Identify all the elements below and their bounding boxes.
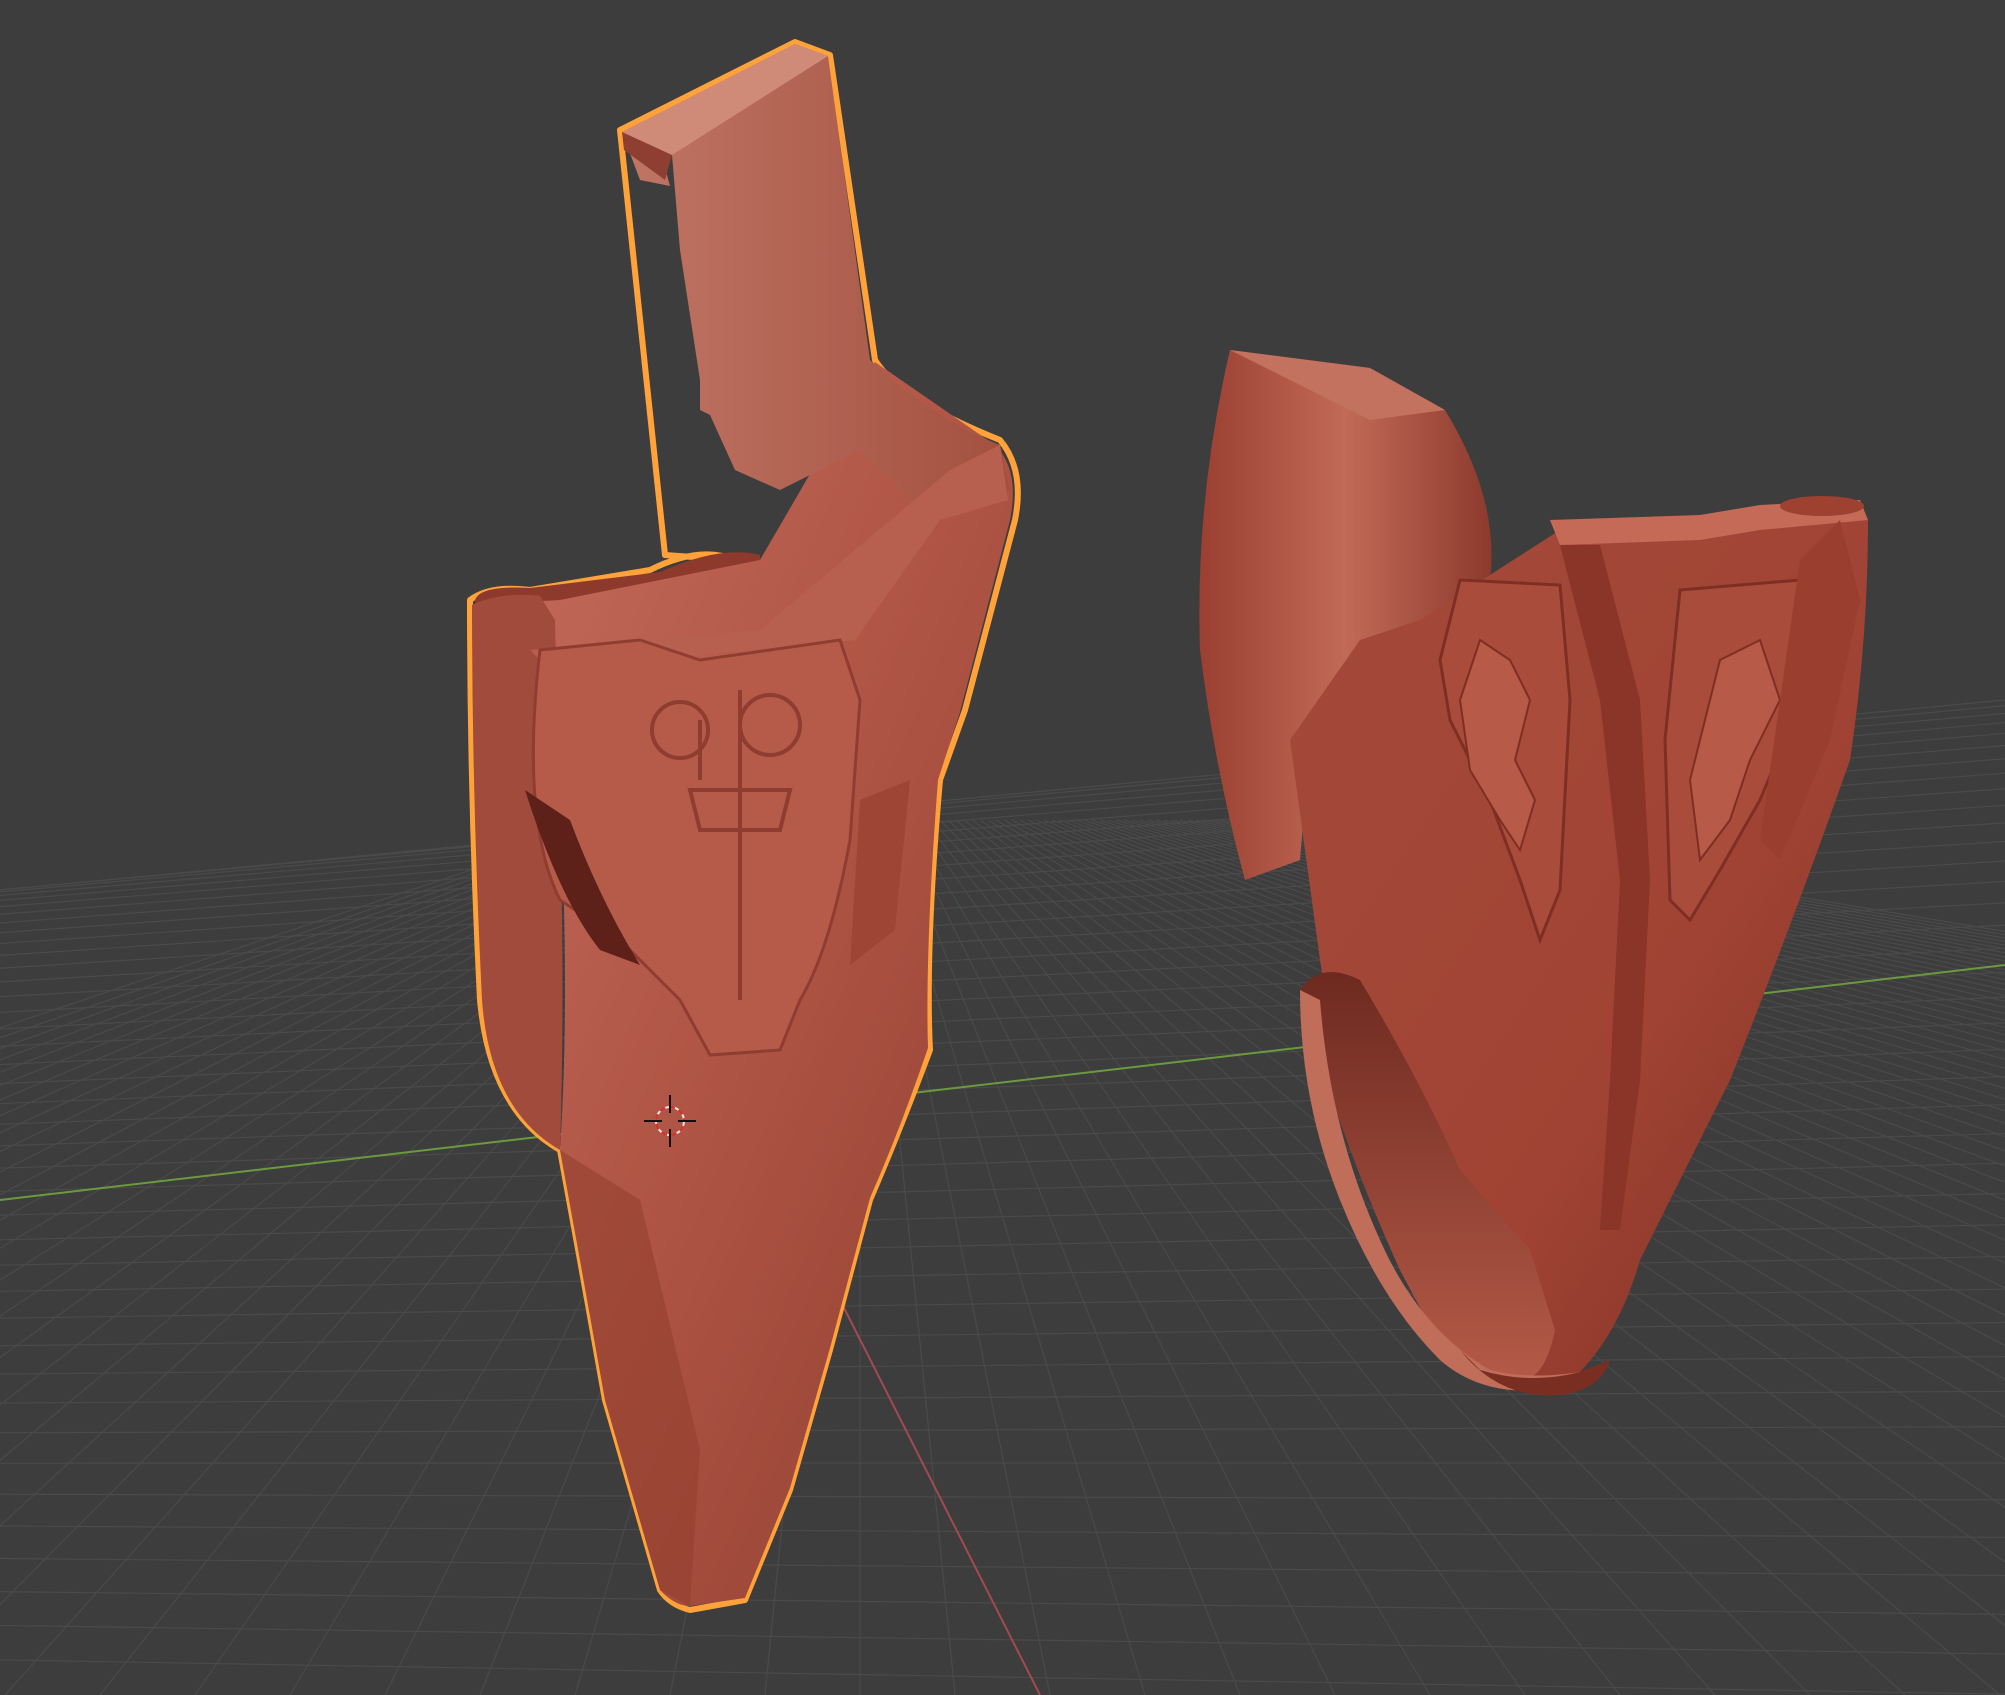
- grid-line: [0, 1624, 2005, 1655]
- grid-line: [0, 1288, 2005, 1319]
- grid-line: [0, 1493, 2005, 1501]
- right-tube-opening: [1780, 496, 1864, 516]
- grid-line: [0, 1321, 2005, 1347]
- grid-line: [0, 1390, 2005, 1404]
- grid-line: [0, 1224, 2005, 1266]
- grid-line: [0, 1525, 2005, 1538]
- grid-line: [0, 1591, 2005, 1615]
- grid-line: [0, 1255, 2005, 1292]
- grid-line: [0, 1162, 2005, 1216]
- viewport-canvas[interactable]: [0, 0, 2005, 1695]
- armor-piece-left[interactable]: [467, 39, 1021, 1613]
- 3d-viewport[interactable]: [0, 0, 2005, 1695]
- grid-line: [0, 1192, 2005, 1241]
- grid-line: [891, 819, 1241, 1695]
- grid-line: [0, 1557, 2005, 1577]
- grid-line: [0, 1132, 2005, 1192]
- grid-line: [0, 1426, 2005, 1434]
